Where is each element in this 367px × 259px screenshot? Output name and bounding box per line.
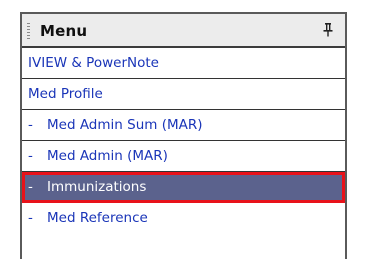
pin-icon[interactable] <box>321 22 335 38</box>
menu-item-label: Med Reference <box>47 210 148 226</box>
menu-item-dash: - <box>28 148 33 164</box>
drag-grip-icon[interactable] <box>27 23 30 39</box>
menu-item-label: Immunizations <box>47 179 147 195</box>
menu-item-med-admin-mar[interactable]: - Med Admin (MAR) <box>22 141 345 172</box>
menu-item-med-profile[interactable]: Med Profile <box>22 79 345 110</box>
menu-item-immunizations[interactable]: - Immunizations <box>22 172 345 203</box>
menu-item-label: IVIEW & PowerNote <box>28 55 159 71</box>
menu-item-iview-powernote[interactable]: IVIEW & PowerNote <box>22 48 345 79</box>
menu-panel: Menu IVIEW & PowerNote Med Profile - Med… <box>20 12 347 259</box>
menu-header: Menu <box>22 14 345 48</box>
menu-item-med-reference[interactable]: - Med Reference <box>22 203 345 234</box>
menu-title: Menu <box>40 22 88 40</box>
menu-item-label: Med Admin (MAR) <box>47 148 168 164</box>
menu-item-dash: - <box>28 179 33 195</box>
menu-list: IVIEW & PowerNote Med Profile - Med Admi… <box>22 48 345 234</box>
menu-item-dash: - <box>28 117 33 133</box>
menu-item-dash: - <box>28 210 33 226</box>
menu-item-label: Med Profile <box>28 86 103 102</box>
menu-item-label: Med Admin Sum (MAR) <box>47 117 203 133</box>
menu-item-med-admin-sum-mar[interactable]: - Med Admin Sum (MAR) <box>22 110 345 141</box>
